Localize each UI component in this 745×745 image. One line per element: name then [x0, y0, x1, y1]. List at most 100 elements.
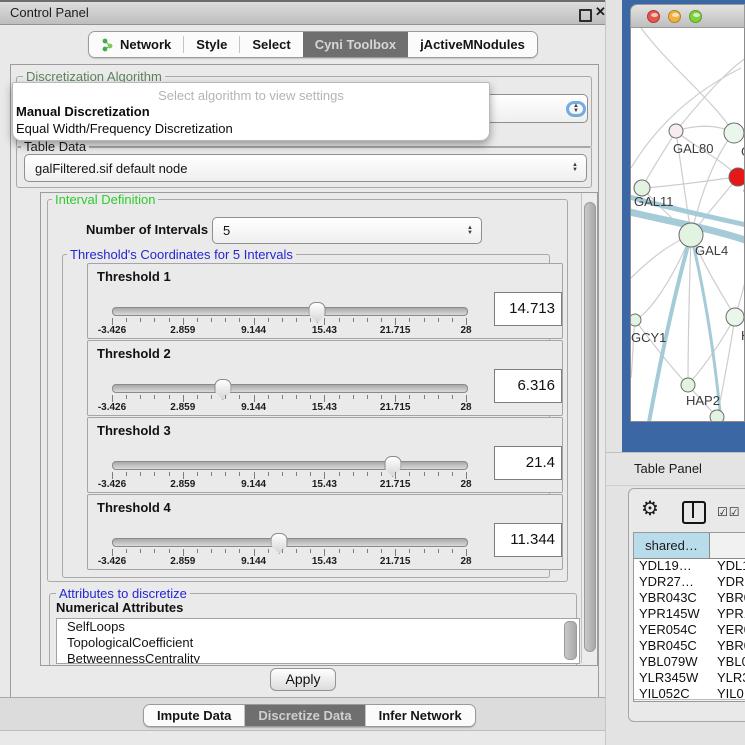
tab-discretize-data[interactable]: Discretize Data — [245, 705, 364, 726]
threshold-label: Threshold 2 — [97, 346, 171, 361]
threshold-2-slider[interactable] — [112, 384, 468, 393]
tab-impute-data[interactable]: Impute Data — [144, 705, 244, 726]
scale-label: 9.144 — [241, 402, 266, 413]
node-attribute-table[interactable]: shared… na YDL19…YDL1YDR27…YDR2YBR043CYB… — [633, 532, 745, 702]
table-row[interactable]: YLR345WYLR3 — [634, 670, 745, 686]
attribute-list-item[interactable]: SelfLoops — [57, 619, 579, 635]
table-row[interactable]: YDL19…YDL1 — [634, 558, 745, 574]
algorithm-dropdown-popup: Select algorithm to view settings Manual… — [12, 82, 490, 141]
cell-shared-name[interactable]: YDR27… — [634, 574, 711, 590]
cell-name[interactable]: YPR1 — [711, 606, 745, 622]
cell-shared-name[interactable]: YBR045C — [634, 638, 711, 654]
apply-button[interactable]: Apply — [270, 668, 336, 691]
zoom-traffic-light-icon[interactable] — [689, 10, 702, 23]
close-icon[interactable]: ✕ — [595, 4, 606, 20]
threshold-1-value-field[interactable]: 14.713 — [494, 292, 562, 326]
tab-style[interactable]: Style — [184, 32, 239, 57]
number-of-intervals-combobox[interactable]: 5 ▲▼ — [212, 217, 482, 244]
settings-vertical-scrollbar[interactable] — [581, 193, 597, 663]
tick-mark — [381, 318, 382, 322]
threshold-4-value-field[interactable]: 11.344 — [494, 523, 562, 557]
scale-label: 21.715 — [380, 402, 411, 413]
float-window-icon[interactable] — [579, 9, 592, 22]
network-node-ga[interactable] — [724, 123, 744, 143]
threshold-3-slider[interactable] — [112, 461, 468, 470]
cell-shared-name[interactable]: YPR145W — [634, 606, 711, 622]
dropdown-option-equal-width[interactable]: Equal Width/Frequency Discretization — [13, 120, 489, 137]
tab-infer-network[interactable]: Infer Network — [366, 705, 475, 726]
table-horizontal-scrollbar[interactable] — [634, 699, 745, 702]
tab-label: jActiveMNodules — [420, 37, 525, 52]
scrollbar-thumb[interactable] — [584, 202, 596, 652]
close-traffic-light-icon[interactable] — [647, 10, 660, 23]
table-row[interactable]: YPR145WYPR1 — [634, 606, 745, 622]
tab-network[interactable]: Network — [89, 32, 183, 57]
minimize-traffic-light-icon[interactable] — [668, 10, 681, 23]
numerical-attributes-list[interactable]: SelfLoopsTopologicalCoefficientBetweenne… — [56, 618, 580, 664]
attributes-group-title: Attributes to discretize — [56, 586, 190, 601]
threshold-2-value-field[interactable]: 6.316 — [494, 369, 562, 403]
network-canvas[interactable]: GAL80GACGAL11GAL4GCY1HHAP2 — [630, 28, 745, 422]
threshold-1-slider[interactable] — [112, 307, 468, 316]
tab-select[interactable]: Select — [240, 32, 302, 57]
attributes-list-scrollbar[interactable] — [564, 621, 577, 660]
column-header-name[interactable]: na — [710, 533, 745, 558]
tab-cyni-toolbox[interactable]: Cyni Toolbox — [303, 32, 408, 57]
column-layout-icon[interactable] — [682, 501, 706, 524]
node-label: GAL80 — [673, 141, 713, 156]
tab-jactivemnodules[interactable]: jActiveMNodules — [408, 32, 537, 57]
dropdown-placeholder-item[interactable]: Select algorithm to view settings — [13, 83, 489, 103]
select-columns-icon[interactable]: ☑☑ — [717, 505, 741, 519]
tab-label: Cyni Toolbox — [315, 37, 396, 52]
cell-name[interactable]: YDL1 — [711, 558, 745, 574]
tick-mark — [395, 395, 396, 402]
tick-mark — [324, 318, 325, 325]
attribute-list-item[interactable]: BetweennessCentrality — [57, 651, 579, 664]
table-row[interactable]: YBL079WYBL0 — [634, 654, 745, 670]
network-node-gal80[interactable] — [669, 124, 683, 138]
cell-name[interactable]: YDR2 — [711, 574, 745, 590]
tick-mark — [211, 318, 212, 322]
network-node-gcy1[interactable] — [631, 314, 641, 326]
column-header-shared-name[interactable]: shared… — [634, 533, 710, 558]
node-label: H — [741, 328, 745, 343]
combobox-arrows-icon[interactable]: ▲▼ — [569, 104, 583, 114]
network-node-hap2[interactable] — [681, 378, 695, 392]
table-data-combobox[interactable]: galFiltered.sif default node ▲▼ — [24, 154, 587, 182]
tick-mark — [140, 549, 141, 553]
network-node-h[interactable] — [726, 308, 744, 326]
tick-mark — [126, 472, 127, 476]
tick-mark — [239, 549, 240, 553]
scale-label: 2.859 — [170, 556, 195, 567]
tick-mark — [154, 472, 155, 476]
tick-mark — [197, 549, 198, 553]
threshold-4-slider[interactable] — [112, 538, 468, 547]
tick-mark — [395, 472, 396, 479]
combobox-arrows-icon[interactable]: ▲▼ — [463, 226, 477, 236]
table-row[interactable]: YBR045CYBR0 — [634, 638, 745, 654]
dropdown-option-manual-discretization[interactable]: Manual Discretization — [13, 103, 489, 120]
tick-mark — [126, 318, 127, 322]
cell-shared-name[interactable]: YER054C — [634, 622, 711, 638]
threshold-3-value-field[interactable]: 21.4 — [494, 446, 562, 480]
cell-shared-name[interactable]: YBR043C — [634, 590, 711, 606]
cell-shared-name[interactable]: YLR345W — [634, 670, 711, 686]
tick-mark — [324, 395, 325, 402]
cell-shared-name[interactable]: YDL19… — [634, 558, 711, 574]
cell-name[interactable]: YLR3 — [711, 670, 745, 686]
table-row[interactable]: YDR27…YDR2 — [634, 574, 745, 590]
scale-label: 2.859 — [170, 402, 195, 413]
network-node-unlabeled[interactable] — [710, 410, 724, 422]
table-row[interactable]: YBR043CYBR0 — [634, 590, 745, 606]
combobox-arrows-icon[interactable]: ▲▼ — [568, 163, 582, 173]
gear-icon[interactable]: ⚙ — [641, 499, 659, 519]
tick-mark — [367, 318, 368, 322]
network-window-titlebar[interactable] — [630, 4, 745, 28]
cell-name[interactable]: YBL0 — [711, 654, 745, 670]
cell-name[interactable]: YER0 — [711, 622, 745, 638]
attribute-list-item[interactable]: TopologicalCoefficient — [57, 635, 579, 651]
cell-name[interactable]: YBR0 — [711, 590, 745, 606]
table-row[interactable]: YER054CYER0 — [634, 622, 745, 638]
cell-name[interactable]: YBR0 — [711, 638, 745, 654]
cell-shared-name[interactable]: YBL079W — [634, 654, 711, 670]
